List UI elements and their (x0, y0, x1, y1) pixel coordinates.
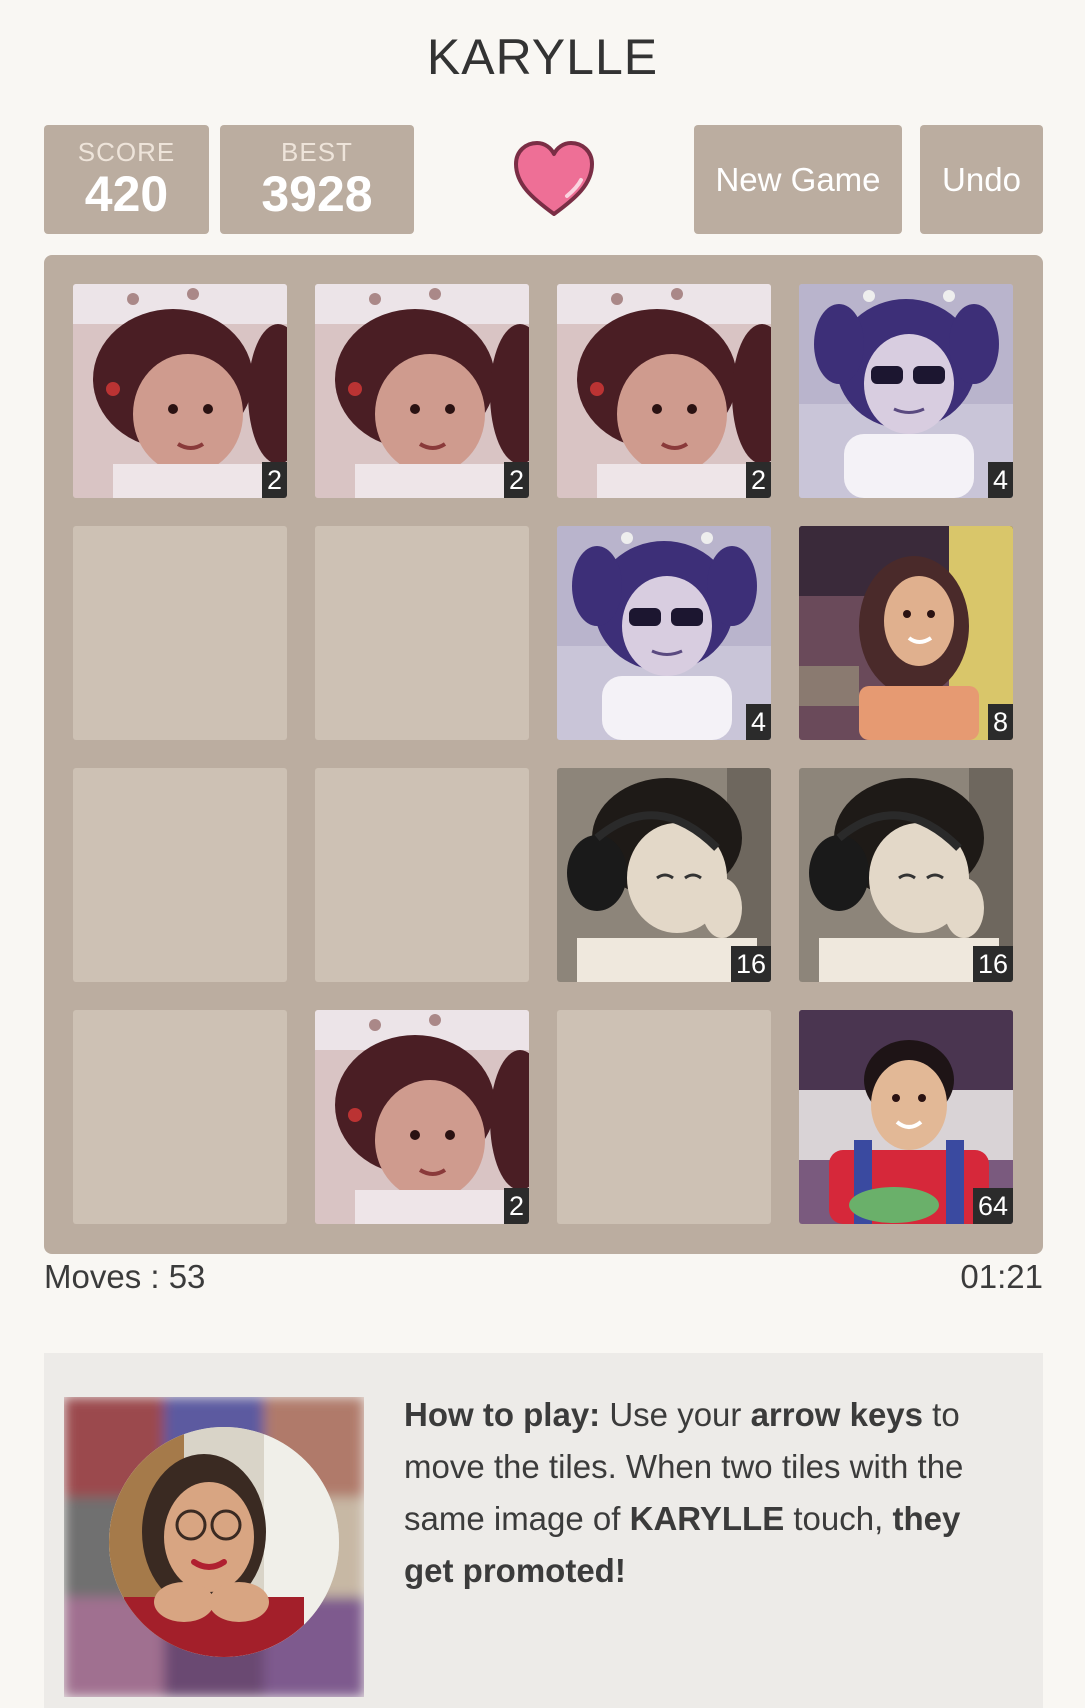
undo-button[interactable]: Undo (920, 125, 1043, 234)
how-to-play-panel: How to play: Use your arrow keys to move… (44, 1353, 1043, 1708)
tile-value: 2 (503, 1188, 529, 1224)
moves-counter: Moves : 53 (44, 1258, 206, 1295)
tile-value: 2 (745, 462, 771, 498)
new-game-button[interactable]: New Game (694, 125, 902, 234)
score-label: SCORE (77, 137, 176, 167)
tile-value: 2 (261, 462, 287, 498)
tile-value: 16 (972, 946, 1013, 982)
tile-value: 16 (730, 946, 771, 982)
timer: 01:21 (960, 1258, 1043, 1295)
howto-lead: How to play: (404, 1396, 601, 1433)
howto-karylle: KARYLLE (629, 1500, 785, 1537)
tile: 8 (799, 526, 1013, 740)
tile: 16 (799, 768, 1013, 982)
tile-image: 2 (315, 284, 529, 498)
karylle-portrait (64, 1397, 364, 1697)
tile-value: 64 (972, 1188, 1013, 1224)
best-box: BEST 3928 (220, 125, 414, 234)
tile-image: 16 (557, 768, 771, 982)
empty-cell (73, 768, 287, 982)
tile-image: 2 (557, 284, 771, 498)
tile-image: 2 (315, 1010, 529, 1224)
tile: 2 (73, 284, 287, 498)
empty-cell (557, 1010, 771, 1224)
tile-value: 2 (503, 462, 529, 498)
game-title: KARYLLE (426, 29, 659, 85)
tile: 2 (315, 284, 529, 498)
tile-value: 8 (987, 704, 1013, 740)
tile-value: 4 (745, 704, 771, 740)
empty-cell (315, 768, 529, 982)
tile: 2 (315, 1010, 529, 1224)
tile-image: 2 (73, 284, 287, 498)
howto-arrow-keys: arrow keys (750, 1396, 924, 1433)
best-value: 3928 (261, 166, 373, 222)
tile-value: 4 (987, 462, 1013, 498)
game-board[interactable]: 2 2 2 4 4 8 16 16 2 64 (44, 255, 1043, 1254)
tile-image: 4 (799, 284, 1013, 498)
tile-image: 4 (557, 526, 771, 740)
tile-image: 8 (799, 526, 1013, 740)
best-label: BEST (281, 137, 353, 167)
tile: 4 (557, 526, 771, 740)
score-box: SCORE 420 (44, 125, 209, 234)
how-to-play-text: How to play: Use your arrow keys to move… (404, 1389, 1004, 1597)
tile: 2 (557, 284, 771, 498)
tile: 64 (799, 1010, 1013, 1224)
empty-cell (315, 526, 529, 740)
tile: 16 (557, 768, 771, 982)
howto-text-3: touch, (784, 1500, 893, 1537)
heart-icon (514, 141, 594, 216)
tile-image: 64 (799, 1010, 1013, 1224)
empty-cell (73, 526, 287, 740)
tile-image: 16 (799, 768, 1013, 982)
tile: 4 (799, 284, 1013, 498)
howto-text-1: Use your (600, 1396, 751, 1433)
empty-cell (73, 1010, 287, 1224)
score-value: 420 (84, 166, 169, 222)
